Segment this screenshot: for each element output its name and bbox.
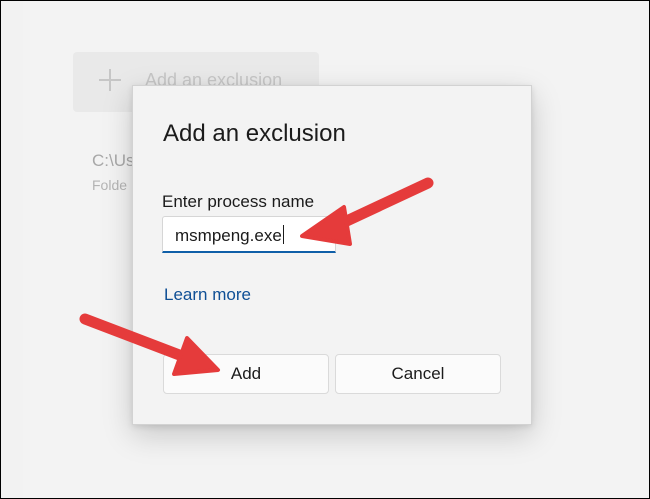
screenshot-frame: Add an exclusion C:\Us Folde Add an excl… bbox=[1, 1, 649, 498]
plus-icon bbox=[99, 69, 121, 91]
learn-more-link[interactable]: Learn more bbox=[164, 285, 251, 305]
existing-exclusion-type: Folde bbox=[92, 177, 128, 193]
left-edge bbox=[1, 1, 23, 498]
text-caret bbox=[282, 225, 284, 244]
existing-exclusion-path: C:\Us bbox=[92, 151, 135, 170]
process-name-label: Enter process name bbox=[162, 192, 315, 211]
process-name-value[interactable]: msmpeng.exe bbox=[175, 225, 284, 246]
dialog-title: Add an exclusion bbox=[163, 120, 346, 147]
add-button[interactable]: Add bbox=[163, 354, 329, 394]
cancel-button[interactable]: Cancel bbox=[335, 354, 501, 394]
add-exclusion-dialog: Add an exclusion Enter process name msmp… bbox=[132, 85, 532, 425]
clear-icon[interactable] bbox=[317, 226, 331, 242]
process-name-input[interactable]: msmpeng.exe bbox=[162, 216, 336, 253]
